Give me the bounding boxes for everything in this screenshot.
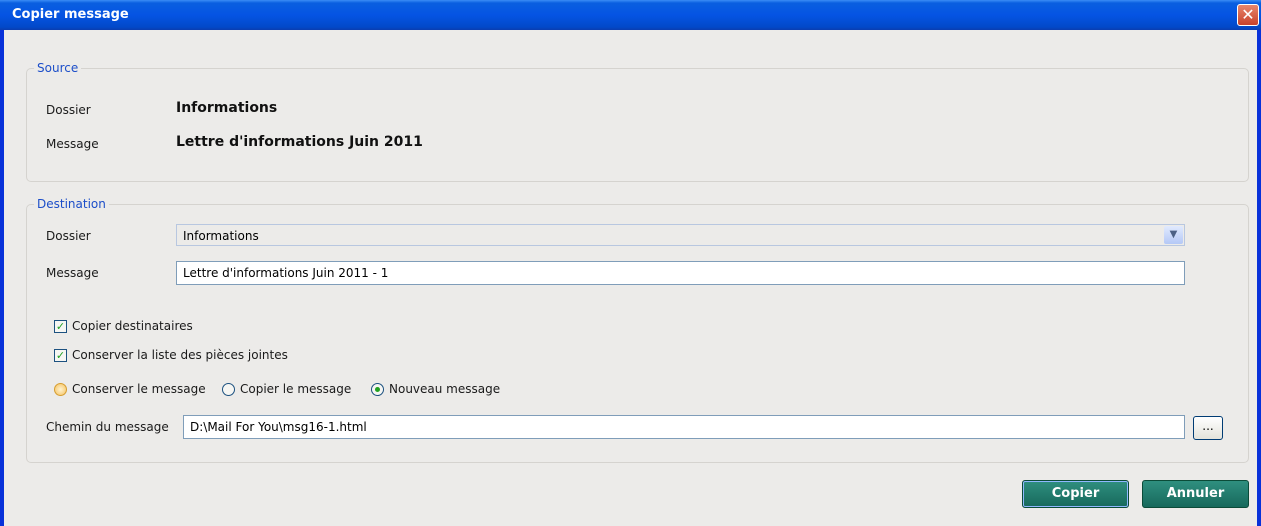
chevron-down-icon[interactable]: ▼ bbox=[1164, 226, 1183, 244]
copy-message-dialog: Copier message ✕ Source Dossier Informat… bbox=[0, 0, 1261, 526]
source-folder-value: Informations bbox=[176, 100, 278, 116]
close-icon: ✕ bbox=[1241, 5, 1255, 24]
window-title: Copier message bbox=[12, 7, 129, 22]
destination-folder-select[interactable]: Informations ▼ bbox=[176, 224, 1185, 246]
message-path-label: Chemin du message bbox=[46, 420, 169, 434]
radio-new-message-label[interactable]: Nouveau message bbox=[389, 382, 500, 396]
radio-keep-message-label[interactable]: Conserver le message bbox=[72, 382, 206, 396]
browse-button[interactable]: ... bbox=[1193, 416, 1223, 440]
destination-message-input[interactable]: Lettre d'informations Juin 2011 - 1 bbox=[176, 261, 1185, 285]
destination-group: Destination Dossier Informations ▼ Messa… bbox=[26, 197, 1249, 463]
source-message-label: Message bbox=[46, 137, 99, 151]
message-path-input[interactable]: D:\Mail For You\msg16-1.html bbox=[183, 415, 1185, 439]
source-message-value: Lettre d'informations Juin 2011 bbox=[176, 134, 423, 150]
dialog-body: Source Dossier Informations Message Lett… bbox=[4, 30, 1257, 526]
destination-folder-label: Dossier bbox=[46, 229, 91, 243]
radio-copy-message[interactable] bbox=[222, 383, 235, 396]
source-group: Source Dossier Informations Message Lett… bbox=[26, 61, 1249, 182]
source-folder-label: Dossier bbox=[46, 103, 91, 117]
copy-recipients-checkbox[interactable]: ✓ bbox=[54, 320, 67, 333]
radio-new-message[interactable] bbox=[371, 383, 384, 396]
destination-folder-selected: Informations bbox=[183, 229, 259, 243]
keep-attachments-checkbox[interactable]: ✓ bbox=[54, 349, 67, 362]
radio-keep-message[interactable] bbox=[54, 383, 67, 396]
cancel-button[interactable]: Annuler bbox=[1142, 480, 1249, 508]
radio-copy-message-label[interactable]: Copier le message bbox=[240, 382, 351, 396]
source-legend: Source bbox=[34, 61, 82, 75]
copy-recipients-label[interactable]: Copier destinataires bbox=[72, 319, 193, 333]
close-button[interactable]: ✕ bbox=[1237, 4, 1259, 26]
copy-button[interactable]: Copier bbox=[1022, 480, 1129, 508]
keep-attachments-label[interactable]: Conserver la liste des pièces jointes bbox=[72, 348, 288, 362]
destination-message-label: Message bbox=[46, 266, 99, 280]
destination-legend: Destination bbox=[34, 197, 109, 211]
title-bar[interactable]: Copier message ✕ bbox=[0, 0, 1261, 30]
